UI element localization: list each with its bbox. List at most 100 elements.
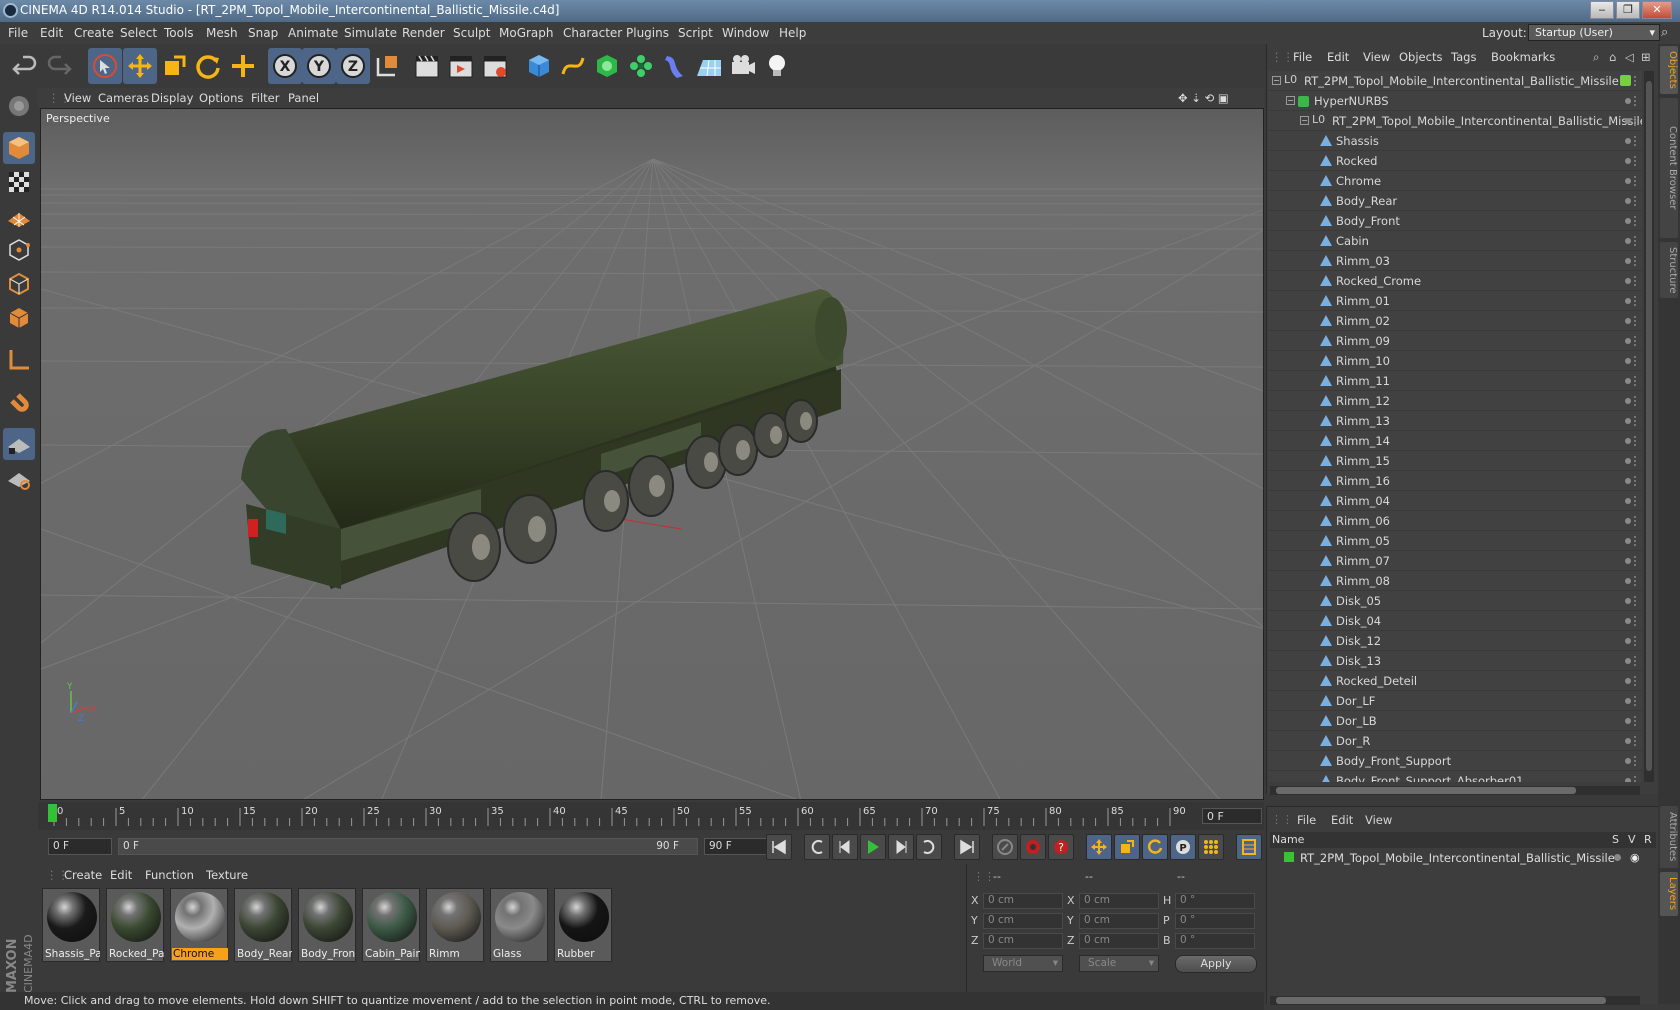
object-row[interactable]: Rocked_Deteil [1268, 671, 1642, 691]
menu-simulate[interactable]: Simulate [344, 26, 397, 40]
render-dot[interactable] [1634, 296, 1638, 306]
menu-select[interactable]: Select [120, 26, 157, 40]
om-menu-edit[interactable]: Edit [1327, 50, 1349, 64]
visibility-dot[interactable] [1625, 158, 1631, 164]
object-row[interactable]: Rimm_04 [1268, 491, 1642, 511]
render-dot[interactable] [1634, 736, 1638, 746]
size-z-field[interactable]: 0 cm [1079, 933, 1159, 949]
viewport-menu-options[interactable]: Options [199, 91, 243, 105]
object-row[interactable]: Rimm_02 [1268, 311, 1642, 331]
render-dot[interactable] [1634, 676, 1638, 686]
lm-menu-view[interactable]: View [1365, 813, 1392, 827]
coordinate-system-button[interactable] [370, 48, 404, 84]
visibility-dot[interactable] [1625, 698, 1631, 704]
end-frame-field[interactable]: 90 F [704, 838, 768, 855]
render-dot[interactable] [1634, 756, 1638, 766]
material-menu-create[interactable]: Create [64, 868, 102, 882]
visibility-dot[interactable] [1625, 258, 1631, 264]
maximize-button[interactable]: ❐ [1616, 1, 1640, 19]
object-row[interactable]: Disk_13 [1268, 651, 1642, 671]
timeline-settings-button[interactable] [1236, 834, 1262, 860]
visibility-dot[interactable] [1625, 718, 1631, 724]
visibility-dot[interactable] [1625, 538, 1631, 544]
menu-edit[interactable]: Edit [40, 26, 63, 40]
layer-color-swatch[interactable] [1284, 852, 1294, 862]
start-frame-field[interactable]: 0 F [48, 838, 112, 855]
next-frame-button[interactable] [888, 834, 914, 860]
goto-start-button[interactable] [766, 834, 792, 860]
visibility-dot[interactable] [1625, 618, 1631, 624]
object-row[interactable]: Rimm_08 [1268, 571, 1642, 591]
visibility-dot[interactable] [1625, 298, 1631, 304]
layer-col-name[interactable]: Name [1272, 833, 1304, 846]
render-dot[interactable] [1634, 196, 1638, 206]
layer-col-visible[interactable]: V [1628, 833, 1636, 846]
keyframe-selection-button[interactable]: ? [1048, 834, 1074, 860]
object-row[interactable]: − L0 RT_2PM_Topol_Mobile_Intercontinental_… [1268, 71, 1642, 91]
prev-key-button[interactable] [804, 834, 830, 860]
perspective-viewport[interactable]: Y X Z Perspective [40, 108, 1264, 800]
render-dot[interactable] [1634, 436, 1638, 446]
render-dot[interactable] [1634, 556, 1638, 566]
tab-content-browser[interactable]: Content Browser [1660, 98, 1678, 238]
visibility-dot[interactable] [1625, 438, 1631, 444]
render-dot[interactable] [1634, 136, 1638, 146]
menu-mesh[interactable]: Mesh [206, 26, 238, 40]
visibility-dot[interactable] [1625, 118, 1631, 124]
live-selection-button[interactable] [88, 48, 122, 84]
next-key-button[interactable] [916, 834, 942, 860]
object-row[interactable]: Chrome [1268, 171, 1642, 191]
menu-window[interactable]: Window [722, 26, 769, 40]
render-dot[interactable] [1634, 516, 1638, 526]
render-dot[interactable] [1634, 576, 1638, 586]
home-icon[interactable]: ⌂ [1609, 50, 1616, 64]
key-parameter-button[interactable]: P [1170, 834, 1196, 860]
render-dot[interactable] [1634, 256, 1638, 266]
menu-create[interactable]: Create [74, 26, 114, 40]
material-swatch[interactable]: Shassis_Pai [42, 888, 100, 962]
om-horizontal-scrollbar[interactable] [1270, 786, 1640, 795]
axis-mode-button[interactable] [3, 344, 35, 376]
om-menu-bookmarks[interactable]: Bookmarks [1491, 50, 1555, 64]
render-dot[interactable] [1634, 616, 1638, 626]
om-menu-file[interactable]: File [1293, 50, 1312, 64]
visibility-dot[interactable] [1625, 418, 1631, 424]
lm-menu-edit[interactable]: Edit [1331, 813, 1353, 827]
visibility-dot[interactable] [1625, 758, 1631, 764]
preview-range-slider[interactable]: 0 F 90 F [118, 838, 698, 855]
key-rotation-button[interactable] [1142, 834, 1168, 860]
layer-solo-dot[interactable] [1614, 854, 1621, 861]
render-dot[interactable] [1634, 696, 1638, 706]
apply-button[interactable]: Apply [1175, 955, 1257, 973]
visibility-dot[interactable] [1625, 478, 1631, 484]
new-panel-icon[interactable]: ⊞ [1641, 50, 1651, 64]
object-row[interactable]: − L0 RT_2PM_Topol_Mobile_Intercontinental_… [1268, 111, 1642, 131]
light-button[interactable] [760, 48, 794, 84]
object-row[interactable]: Disk_12 [1268, 631, 1642, 651]
object-row[interactable]: Rimm_15 [1268, 451, 1642, 471]
object-row[interactable]: Body_Front_Support [1268, 751, 1642, 771]
play-button[interactable] [860, 834, 886, 860]
add-tool-button[interactable] [226, 48, 260, 84]
layer-tag-icon[interactable] [1620, 75, 1631, 86]
object-row[interactable]: Rimm_03 [1268, 251, 1642, 271]
visibility-dot[interactable] [1625, 318, 1631, 324]
render-dot[interactable] [1634, 156, 1638, 166]
render-dot[interactable] [1634, 336, 1638, 346]
move-tool-button[interactable] [123, 48, 157, 84]
object-row[interactable]: Cabin [1268, 231, 1642, 251]
close-button[interactable]: ✕ [1642, 1, 1672, 19]
coordinate-space-dropdown[interactable]: World ▾ [983, 955, 1063, 972]
current-frame-field[interactable]: 0 F [1202, 808, 1262, 824]
timeline-ruler[interactable]: 0 5 10 15 20 25 30 35 40 45 50 55 60 65 70 75 80 85 90 [38, 802, 1264, 830]
render-settings-button[interactable] [478, 48, 512, 84]
material-menu-edit[interactable]: Edit [110, 868, 132, 882]
object-row[interactable]: Rimm_10 [1268, 351, 1642, 371]
edges-mode-button[interactable] [3, 268, 35, 300]
locked-workplane-button[interactable] [3, 428, 35, 460]
pos-y-field[interactable]: 0 cm [983, 913, 1063, 929]
visibility-dot[interactable] [1625, 238, 1631, 244]
object-row[interactable]: Body_Front [1268, 211, 1642, 231]
goto-end-button[interactable] [954, 834, 980, 860]
redo-button[interactable] [42, 48, 76, 84]
